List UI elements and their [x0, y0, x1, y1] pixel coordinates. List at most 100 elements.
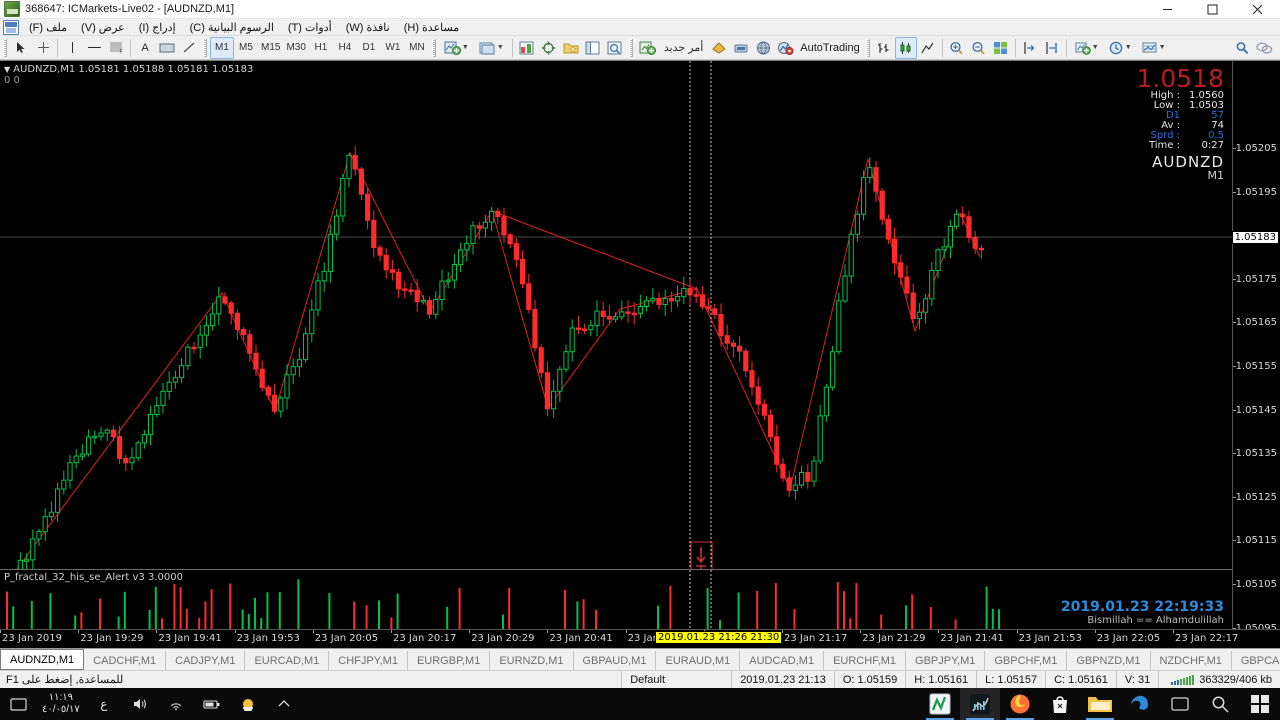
volume-icon[interactable]: [122, 688, 158, 720]
new-order-label[interactable]: أمر جديد: [659, 37, 708, 59]
metaeditor-icon[interactable]: [708, 37, 730, 59]
chart-tab-gbpjpy[interactable]: GBPJPY,M1: [906, 651, 985, 670]
store-taskbar-icon[interactable]: [1040, 688, 1080, 720]
ime-indicator[interactable]: ع: [86, 688, 122, 720]
chart-tab-cadchf[interactable]: CADCHF,M1: [84, 651, 166, 670]
chart-menu-triangle-icon[interactable]: ▼: [4, 65, 10, 74]
timeframe-h1[interactable]: H1: [309, 37, 333, 59]
toolbar-grip-4[interactable]: [629, 39, 633, 57]
chart-canvas[interactable]: ▼AUDNZD,M1 1.05181 1.05188 1.05181 1.051…: [0, 61, 1280, 648]
menu-item-insert[interactable]: إدراج (I): [132, 19, 183, 36]
new-chart-icon[interactable]: ▼: [439, 37, 474, 59]
auto-scroll-icon[interactable]: [1041, 37, 1063, 59]
task-view-button[interactable]: [1160, 688, 1200, 720]
candlestick-chart-icon[interactable]: [895, 37, 917, 59]
chart-tab-euraud[interactable]: EURAUD,M1: [656, 651, 740, 670]
chart-tab-gbpchf[interactable]: GBPCHF,M1: [985, 651, 1067, 670]
timeframe-mn[interactable]: MN: [405, 37, 429, 59]
start-button[interactable]: [1240, 688, 1280, 720]
timeframe-w1[interactable]: W1: [381, 37, 405, 59]
navigator-icon[interactable]: [538, 37, 560, 59]
chart-tab-audnzd[interactable]: AUDNZD,M1: [0, 649, 84, 670]
minimize-button[interactable]: [1145, 0, 1190, 19]
favorites-icon[interactable]: [560, 37, 582, 59]
globe-icon[interactable]: [752, 37, 774, 59]
maximize-button[interactable]: [1190, 0, 1235, 19]
indicators-icon[interactable]: ▼: [1070, 37, 1104, 59]
autotrading-icon[interactable]: [774, 37, 797, 59]
menu-item-charts[interactable]: الرسوم البيانية (C): [183, 19, 281, 36]
search-icon[interactable]: [1231, 37, 1253, 59]
metatrader-taskbar-icon[interactable]: [920, 688, 960, 720]
chart-tab-eurgbp[interactable]: EURGBP,M1: [408, 651, 490, 670]
timeframe-m1[interactable]: M1: [210, 37, 234, 59]
weather-icon[interactable]: [230, 688, 266, 720]
timeframe-m30[interactable]: M30: [283, 37, 308, 59]
timeframe-d1[interactable]: D1: [357, 37, 381, 59]
search-taskbar-icon[interactable]: [1200, 688, 1240, 720]
battery-icon[interactable]: [194, 688, 230, 720]
zoom-out-icon[interactable]: [968, 37, 990, 59]
menu-item-help[interactable]: مساعدة (H): [397, 19, 467, 36]
wifi-icon[interactable]: [158, 688, 194, 720]
edge-taskbar-icon[interactable]: [1120, 688, 1160, 720]
cursor-icon[interactable]: [10, 37, 32, 59]
periods-icon[interactable]: ▼: [1104, 37, 1137, 59]
chart-shift-icon[interactable]: [1019, 37, 1041, 59]
line-chart-icon[interactable]: [917, 37, 939, 59]
timeframe-m15[interactable]: M15: [258, 37, 283, 59]
market-watch-icon[interactable]: [516, 37, 538, 59]
toolbar-grip-5[interactable]: [866, 39, 870, 57]
crosshair-icon[interactable]: [32, 37, 54, 59]
timeframe-m5[interactable]: M5: [234, 37, 258, 59]
menu-item-tools[interactable]: أدوات (T): [281, 19, 339, 36]
chart-tab-audcad[interactable]: AUDCAD,M1: [740, 651, 824, 670]
menu-item-window[interactable]: نافذة (W): [339, 19, 397, 36]
toolbar-grip-2[interactable]: [203, 39, 207, 57]
profiles-icon[interactable]: ▼: [474, 37, 509, 59]
price-axis-label: 1.05155: [1236, 361, 1277, 372]
new-order-icon[interactable]: [636, 37, 659, 59]
taskbar-clock[interactable]: ١١:١٩ ٤٠/٠٥/١٧: [36, 692, 86, 716]
chart-tab-eurcad[interactable]: EURCAD,M1: [245, 651, 329, 670]
show-hidden-icons-icon[interactable]: [266, 688, 302, 720]
chat-icon[interactable]: [1253, 37, 1276, 59]
menu-item-file[interactable]: ملف (F): [22, 19, 74, 36]
terminal-icon[interactable]: [582, 37, 604, 59]
fibonacci-icon[interactable]: F: [105, 37, 127, 59]
chart-tab-eurnzd[interactable]: EURNZD,M1: [490, 651, 573, 670]
menu-item-view[interactable]: عرض (V): [74, 19, 132, 36]
text-label-icon[interactable]: [156, 37, 178, 59]
data-window-icon[interactable]: [604, 37, 626, 59]
toolbar-grip-3[interactable]: [432, 39, 436, 57]
bar-chart-icon[interactable]: [873, 37, 895, 59]
expert-advisors-icon[interactable]: [730, 37, 752, 59]
save-chart-icon[interactable]: [3, 20, 19, 35]
vertical-line-icon[interactable]: [61, 37, 83, 59]
price-axis[interactable]: 1.052051.051951.051851.051751.051651.051…: [1232, 61, 1280, 629]
chart-tab-cadjpy[interactable]: CADJPY,M1: [166, 651, 245, 670]
chart-tab-nzdchf[interactable]: NZDCHF,M1: [1151, 651, 1232, 670]
chart-tab-chfjpy[interactable]: CHFJPY,M1: [329, 651, 408, 670]
metatrader-chart-taskbar-icon[interactable]: [960, 688, 1000, 720]
horizontal-line-icon[interactable]: [83, 37, 105, 59]
text-icon[interactable]: A: [134, 37, 156, 59]
toolbar-grip[interactable]: [3, 39, 7, 57]
chart-tab-gbpcad[interactable]: GBPCAD,M1: [1232, 651, 1280, 670]
task-view-icon[interactable]: [0, 688, 36, 720]
close-button[interactable]: [1235, 0, 1280, 19]
firefox-taskbar-icon[interactable]: [1000, 688, 1040, 720]
chart-window[interactable]: ▼AUDNZD,M1 1.05181 1.05188 1.05181 1.051…: [0, 60, 1280, 648]
zoom-in-icon[interactable]: [946, 37, 968, 59]
chart-tab-eurchf[interactable]: EURCHF,M1: [824, 651, 906, 670]
chart-tab-gbpaud[interactable]: GBPAUD,M1: [574, 651, 657, 670]
timeframe-h4[interactable]: H4: [333, 37, 357, 59]
file-explorer-taskbar-icon[interactable]: [1080, 688, 1120, 720]
autotrading-label[interactable]: AutoTrading: [797, 37, 863, 59]
status-profile[interactable]: Default: [621, 671, 731, 689]
time-axis[interactable]: 23 Jan 201923 Jan 19:2923 Jan 19:4123 Ja…: [0, 629, 1280, 648]
trendline-icon[interactable]: [178, 37, 200, 59]
tile-windows-icon[interactable]: [990, 37, 1012, 59]
templates-icon[interactable]: ▼: [1137, 37, 1171, 59]
chart-tab-gbpnzd[interactable]: GBPNZD,M1: [1067, 651, 1150, 670]
